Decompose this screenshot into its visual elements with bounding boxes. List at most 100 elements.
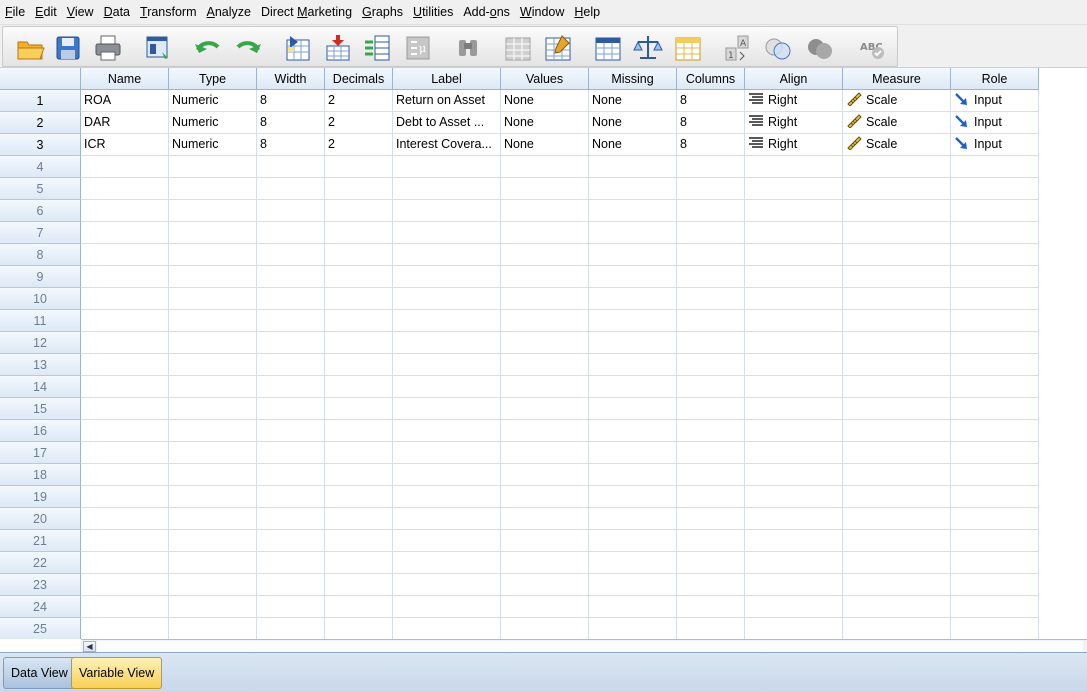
empty-cell[interactable] <box>169 596 257 618</box>
empty-cell[interactable] <box>745 420 843 442</box>
empty-cell[interactable] <box>81 420 169 442</box>
row-header[interactable]: 7 <box>0 222 81 244</box>
empty-cell[interactable] <box>589 530 677 552</box>
row-header[interactable]: 24 <box>0 596 81 618</box>
column-header-label[interactable]: Label <box>393 68 501 90</box>
empty-cell[interactable] <box>393 442 501 464</box>
empty-cell[interactable] <box>257 574 325 596</box>
grid-corner[interactable] <box>0 68 81 90</box>
cell-values[interactable]: None <box>501 112 589 134</box>
empty-cell[interactable] <box>81 596 169 618</box>
empty-cell[interactable] <box>81 618 169 639</box>
empty-cell[interactable] <box>951 222 1039 244</box>
empty-cell[interactable] <box>677 442 745 464</box>
empty-cell[interactable] <box>81 508 169 530</box>
row-header[interactable]: 16 <box>0 420 81 442</box>
empty-cell[interactable] <box>393 574 501 596</box>
empty-cell[interactable] <box>677 530 745 552</box>
empty-cell[interactable] <box>951 354 1039 376</box>
empty-cell[interactable] <box>843 376 951 398</box>
row-header[interactable]: 5 <box>0 178 81 200</box>
column-header-measure[interactable]: Measure <box>843 68 951 90</box>
empty-cell[interactable] <box>501 222 589 244</box>
row-header[interactable]: 2 <box>0 112 81 134</box>
empty-cell[interactable] <box>677 200 745 222</box>
empty-cell[interactable] <box>589 618 677 639</box>
empty-cell[interactable] <box>81 288 169 310</box>
empty-cell[interactable] <box>677 398 745 420</box>
empty-cell[interactable] <box>257 442 325 464</box>
empty-cell[interactable] <box>501 244 589 266</box>
empty-cell[interactable] <box>325 464 393 486</box>
empty-cell[interactable] <box>843 354 951 376</box>
empty-cell[interactable] <box>325 486 393 508</box>
row-header[interactable]: 4 <box>0 156 81 178</box>
empty-cell[interactable] <box>257 156 325 178</box>
empty-cell[interactable] <box>677 288 745 310</box>
empty-cell[interactable] <box>81 266 169 288</box>
empty-cell[interactable] <box>81 530 169 552</box>
select-cases-icon[interactable] <box>671 32 705 64</box>
empty-cell[interactable] <box>257 244 325 266</box>
empty-cell[interactable] <box>589 310 677 332</box>
menu-transform[interactable]: Transform <box>135 0 202 24</box>
empty-cell[interactable] <box>951 552 1039 574</box>
empty-cell[interactable] <box>325 332 393 354</box>
empty-cell[interactable] <box>169 332 257 354</box>
empty-cell[interactable] <box>843 574 951 596</box>
empty-cell[interactable] <box>325 156 393 178</box>
empty-cell[interactable] <box>589 508 677 530</box>
empty-cell[interactable] <box>589 574 677 596</box>
empty-cell[interactable] <box>951 156 1039 178</box>
empty-cell[interactable] <box>843 442 951 464</box>
empty-cell[interactable] <box>501 288 589 310</box>
empty-cell[interactable] <box>81 156 169 178</box>
empty-cell[interactable] <box>393 178 501 200</box>
empty-cell[interactable] <box>501 398 589 420</box>
row-header[interactable]: 14 <box>0 376 81 398</box>
empty-cell[interactable] <box>589 222 677 244</box>
menu-help[interactable]: Help <box>569 0 605 24</box>
empty-cell[interactable] <box>81 200 169 222</box>
empty-cell[interactable] <box>745 200 843 222</box>
empty-cell[interactable] <box>745 398 843 420</box>
empty-cell[interactable] <box>81 376 169 398</box>
empty-cell[interactable] <box>501 200 589 222</box>
empty-cell[interactable] <box>169 244 257 266</box>
cell-measure[interactable]: Scale <box>843 112 951 134</box>
empty-cell[interactable] <box>393 596 501 618</box>
row-header[interactable]: 15 <box>0 398 81 420</box>
empty-cell[interactable] <box>745 156 843 178</box>
column-header-missing[interactable]: Missing <box>589 68 677 90</box>
empty-cell[interactable] <box>257 464 325 486</box>
row-header[interactable]: 19 <box>0 486 81 508</box>
empty-cell[interactable] <box>589 178 677 200</box>
empty-cell[interactable] <box>325 398 393 420</box>
empty-cell[interactable] <box>501 266 589 288</box>
empty-cell[interactable] <box>745 508 843 530</box>
empty-cell[interactable] <box>81 398 169 420</box>
empty-cell[interactable] <box>745 464 843 486</box>
empty-cell[interactable] <box>257 178 325 200</box>
empty-cell[interactable] <box>589 464 677 486</box>
empty-cell[interactable] <box>951 178 1039 200</box>
empty-cell[interactable] <box>843 156 951 178</box>
empty-cell[interactable] <box>951 508 1039 530</box>
empty-cell[interactable] <box>501 596 589 618</box>
row-header[interactable]: 3 <box>0 134 81 156</box>
empty-cell[interactable] <box>951 288 1039 310</box>
empty-cell[interactable] <box>81 486 169 508</box>
spell-check-icon[interactable]: ABC <box>855 32 889 64</box>
empty-cell[interactable] <box>257 310 325 332</box>
column-header-name[interactable]: Name <box>81 68 169 90</box>
empty-cell[interactable] <box>843 530 951 552</box>
empty-cell[interactable] <box>677 266 745 288</box>
cell-role[interactable]: Input <box>951 112 1039 134</box>
cell-name[interactable]: DAR <box>81 112 169 134</box>
empty-cell[interactable] <box>81 244 169 266</box>
cell-label[interactable]: Debt to Asset ... <box>393 112 501 134</box>
empty-cell[interactable] <box>169 288 257 310</box>
empty-cell[interactable] <box>393 310 501 332</box>
empty-cell[interactable] <box>843 244 951 266</box>
empty-cell[interactable] <box>393 288 501 310</box>
